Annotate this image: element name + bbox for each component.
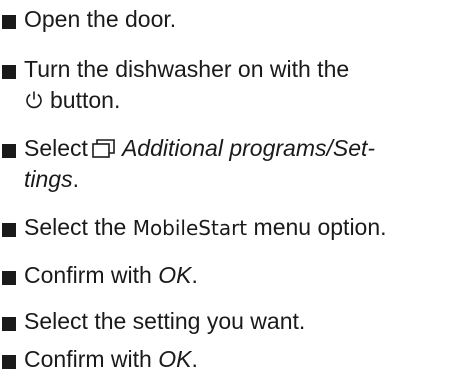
step-text-after: .	[191, 346, 198, 372]
step-confirm-ok-2: Confirm with OK.	[0, 344, 454, 375]
step-text-before: Confirm with	[24, 262, 152, 288]
step-text-before: Select the	[24, 214, 127, 240]
step-text: Select the setting you want.	[24, 308, 306, 334]
bullet-square	[2, 144, 16, 158]
step-select-setting: Select the setting you want.	[0, 306, 454, 337]
ok-term: OK	[158, 262, 192, 288]
step-turn-on: Turn the dishwasher on with the button.	[0, 54, 454, 116]
step-text-after-icon: button.	[50, 87, 121, 113]
bullet-square	[2, 223, 16, 237]
bullet-square	[2, 65, 16, 79]
step-select-programs: Select Additional programs/Set- tings.	[0, 133, 454, 195]
menu-path-line-2: tings	[24, 166, 73, 192]
ui-term-mobilestart: MobileStart	[132, 216, 248, 240]
bullet-square	[2, 355, 16, 369]
menu-path-line-1: Additional programs/Set-	[121, 135, 376, 161]
power-icon	[24, 87, 44, 109]
bullet-square	[2, 15, 16, 29]
step-text: Open the door.	[24, 6, 177, 32]
step-text: Select the MobileStart menu option.	[24, 212, 454, 244]
step-text-after: .	[191, 262, 198, 288]
step-text-after: menu option.	[253, 214, 387, 240]
step-text-before: Confirm with	[24, 346, 152, 372]
step-text-line-1: Turn the dishwasher on with the	[24, 56, 350, 82]
step-confirm-ok-1: Confirm with OK.	[0, 260, 454, 291]
programs-icon	[92, 136, 116, 158]
ok-term: OK	[158, 346, 192, 372]
step-text: Confirm with OK.	[24, 344, 454, 375]
step-mobilestart: Select the MobileStart menu option.	[0, 212, 454, 244]
step-text-before-icon: Select	[24, 135, 88, 161]
step-text-line-2: tings.	[24, 164, 454, 195]
step-text-after: .	[72, 166, 79, 192]
step-open-door: Open the door.	[0, 4, 454, 35]
step-text: Confirm with OK.	[24, 260, 454, 291]
step-text-line-2: button.	[24, 85, 454, 116]
bullet-square	[2, 317, 16, 331]
bullet-square	[2, 271, 16, 285]
step-text-line-1: Select Additional programs/Set-	[24, 133, 454, 164]
